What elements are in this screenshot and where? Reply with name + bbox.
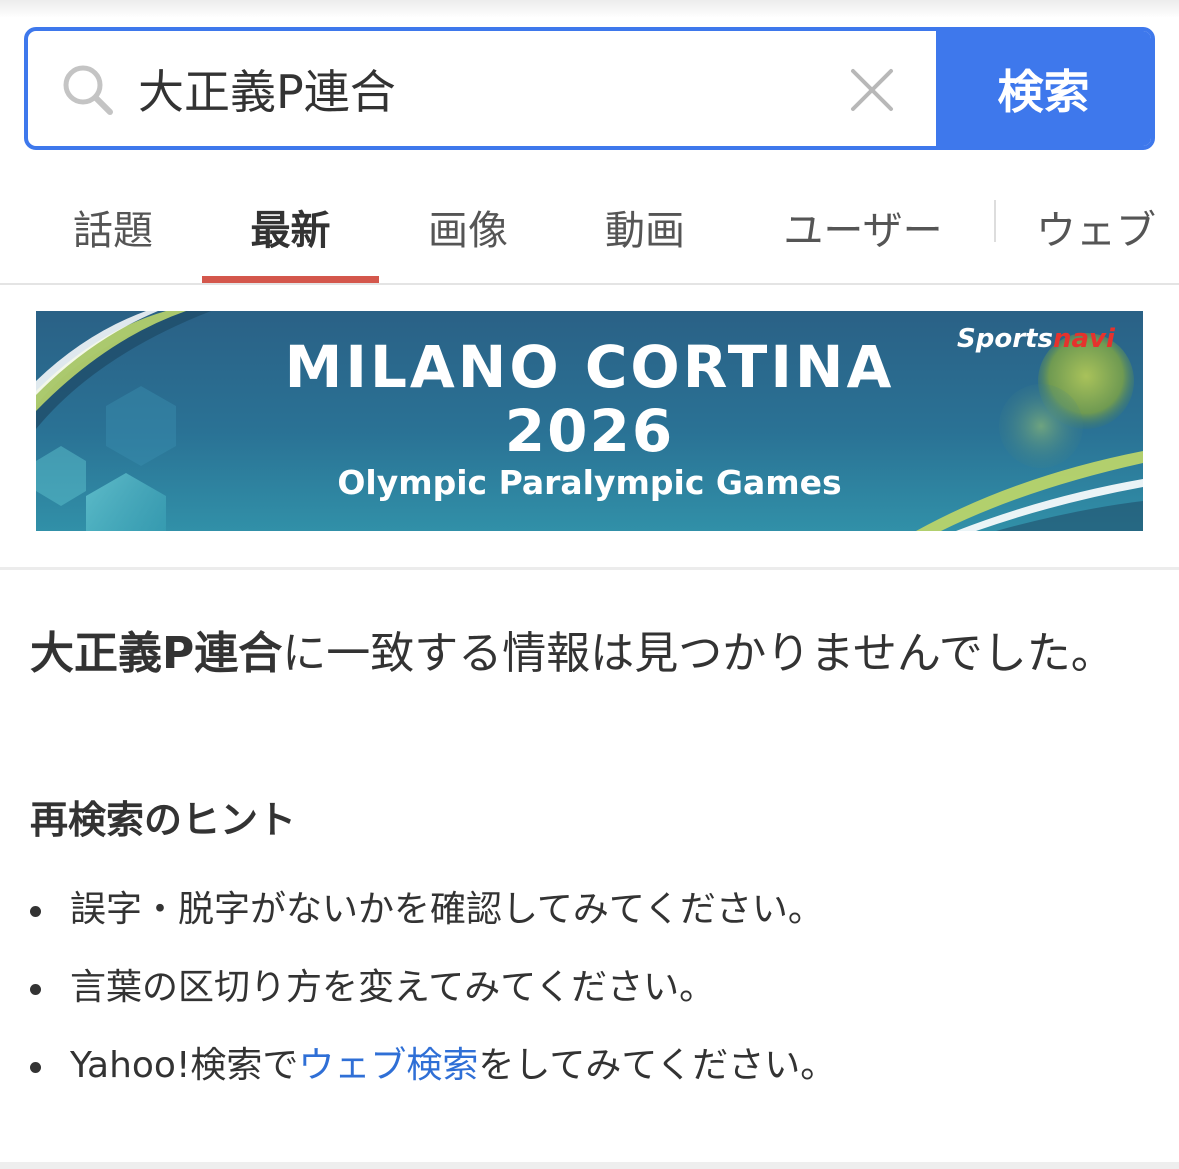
bottom-divider <box>0 1162 1179 1169</box>
tab-divider <box>994 200 996 242</box>
hint-prefix: Yahoo!検索で <box>70 1045 299 1086</box>
tab-topics[interactable]: 話題 <box>38 172 188 281</box>
brand-part1: Sports <box>957 324 1053 354</box>
hint-title: 再検索のヒント <box>30 798 297 842</box>
search-bar: 検索 <box>24 27 1155 150</box>
close-icon[interactable] <box>850 68 894 112</box>
active-tab-indicator <box>202 276 379 283</box>
hint-list: 誤字・脱字がないかを確認してみてください。 言葉の区切り方を変えてみてください。… <box>30 880 1150 1114</box>
banner-year: 2026 <box>504 397 675 465</box>
search-button[interactable]: 検索 <box>936 31 1151 146</box>
tab-bar: 話題 最新 画像 動画 ユーザー ウェブ <box>0 172 1179 285</box>
hint-suffix: をしてみてください。 <box>478 1045 837 1086</box>
no-result-message: 大正義P連合に一致する情報は見つかりませんでした。 <box>30 618 1150 690</box>
search-icon <box>63 65 113 115</box>
brand-part2: navi <box>1052 324 1115 354</box>
tab-latest[interactable]: 最新 <box>202 172 379 281</box>
section-divider <box>0 567 1179 570</box>
web-search-link[interactable]: ウェブ検索 <box>298 1045 478 1086</box>
sportsnavi-logo: Sportsnavi <box>957 324 1115 354</box>
tab-images[interactable]: 画像 <box>393 172 543 281</box>
tab-videos[interactable]: 動画 <box>570 172 720 281</box>
query-text: 大正義P連合 <box>30 628 283 679</box>
hint-item: 誤字・脱字がないかを確認してみてください。 <box>30 880 1150 958</box>
top-shade <box>0 0 1179 18</box>
search-input[interactable] <box>138 41 838 136</box>
hint-item: 言葉の区切り方を変えてみてください。 <box>30 958 1150 1036</box>
banner-subtitle: Olympic Paralympic Games <box>337 463 842 502</box>
hint-item-web-search: Yahoo!検索でウェブ検索をしてみてください。 <box>30 1036 1150 1114</box>
tab-users[interactable]: ユーザー <box>775 172 951 281</box>
no-result-text: に一致する情報は見つかりませんでした。 <box>282 628 1115 679</box>
tab-web[interactable]: ウェブ <box>1036 172 1179 281</box>
